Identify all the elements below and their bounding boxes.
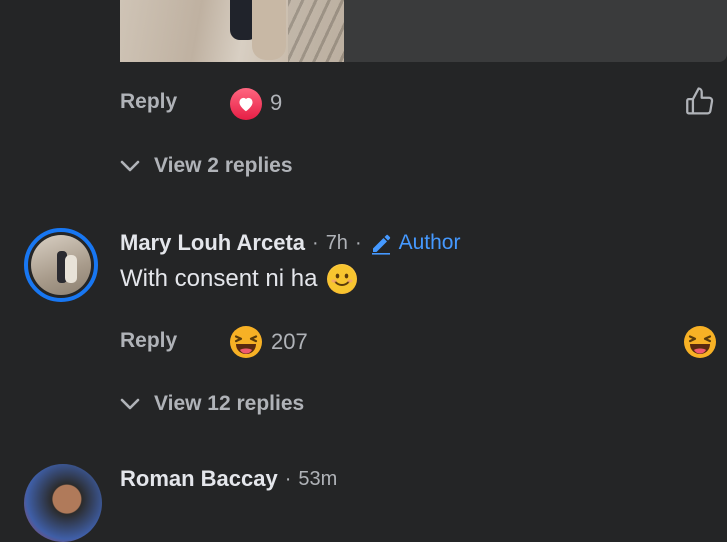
reaction-count[interactable]: 207 bbox=[271, 329, 308, 355]
haha-reaction-icon bbox=[684, 326, 716, 358]
view-replies-button[interactable]: View 2 replies bbox=[120, 154, 293, 178]
chevron-down-icon bbox=[120, 398, 140, 410]
comment-time[interactable]: 7h bbox=[326, 232, 348, 255]
photo-railing bbox=[288, 0, 344, 62]
chevron-down-icon bbox=[120, 160, 140, 172]
comment-photo-attachment[interactable] bbox=[120, 0, 727, 62]
comment-photo[interactable] bbox=[120, 0, 344, 62]
pencil-icon bbox=[371, 234, 390, 255]
reaction-count[interactable]: 9 bbox=[270, 90, 282, 116]
comment-time[interactable]: 53m bbox=[298, 468, 337, 491]
like-button[interactable] bbox=[683, 85, 717, 124]
comment-text: With consent ni ha bbox=[120, 264, 358, 294]
smile-emoji-icon bbox=[327, 264, 358, 294]
view-replies-button[interactable]: View 12 replies bbox=[120, 392, 304, 416]
comment-header: Roman Baccay · 53m bbox=[120, 466, 337, 492]
separator: · bbox=[312, 231, 319, 254]
view-replies-label: View 12 replies bbox=[154, 392, 305, 415]
separator: · bbox=[284, 467, 292, 490]
view-replies-label: View 2 replies bbox=[154, 154, 293, 177]
author-name[interactable]: Mary Louh Arceta bbox=[120, 230, 305, 256]
haha-reaction-icon[interactable] bbox=[229, 325, 263, 364]
love-reaction-icon[interactable] bbox=[230, 88, 262, 120]
reply-button[interactable]: Reply bbox=[120, 90, 177, 114]
photo-figure bbox=[252, 0, 286, 60]
author-badge-label: Author bbox=[398, 231, 461, 254]
avatar-photo bbox=[31, 235, 91, 295]
author-name[interactable]: Roman Baccay bbox=[120, 466, 278, 492]
separator: · bbox=[354, 231, 362, 254]
thumbs-up-icon bbox=[686, 87, 714, 115]
reply-button[interactable]: Reply bbox=[120, 329, 177, 353]
avatar[interactable] bbox=[24, 464, 102, 542]
comment-body: With consent ni ha bbox=[120, 265, 318, 292]
author-badge: Author bbox=[369, 231, 461, 255]
avatar[interactable] bbox=[24, 228, 98, 302]
haha-reaction-button[interactable] bbox=[683, 325, 717, 364]
comment-header: Mary Louh Arceta · 7h · Author bbox=[120, 230, 460, 256]
